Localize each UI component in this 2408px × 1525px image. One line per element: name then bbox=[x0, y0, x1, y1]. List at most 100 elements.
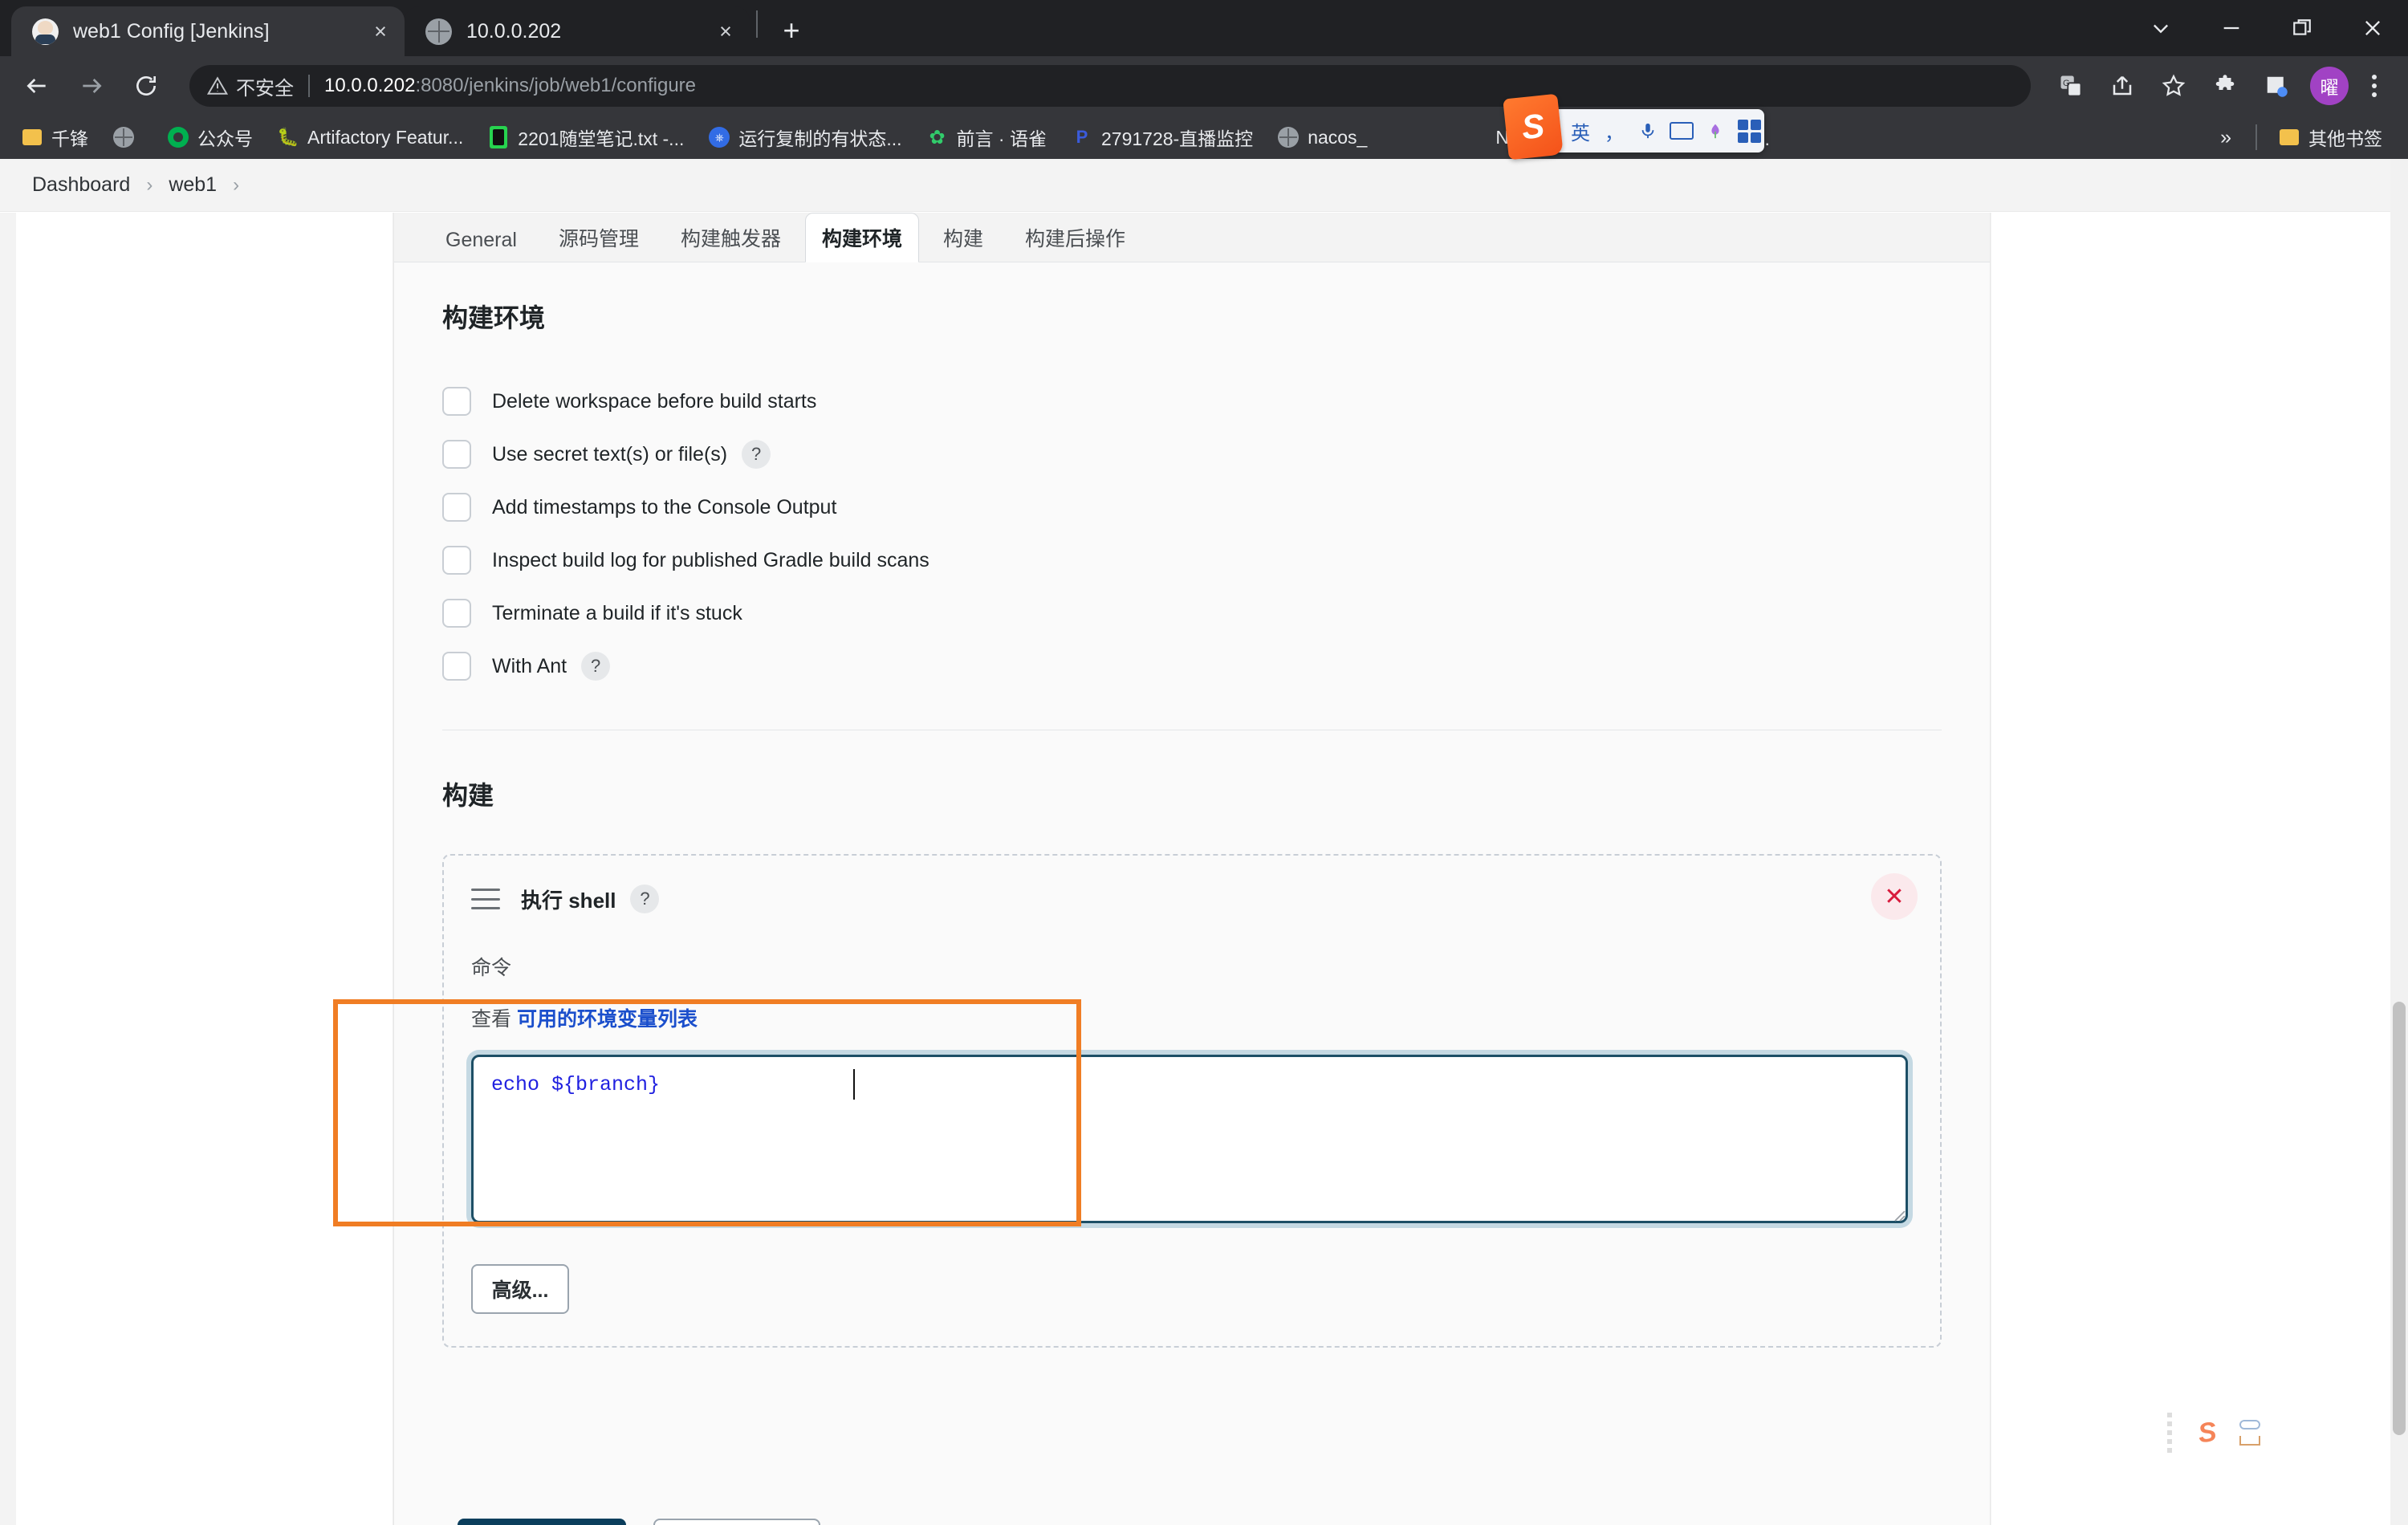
forward-icon[interactable] bbox=[69, 63, 114, 108]
bookmark-star-icon[interactable] bbox=[2151, 63, 2196, 108]
bookmark-item[interactable]: nacos_ bbox=[1267, 120, 1377, 154]
tab-build-environment[interactable]: 构建环境 bbox=[804, 213, 919, 262]
url-text: 10.0.0.202:8080/jenkins/job/web1/configu… bbox=[324, 75, 696, 97]
checkbox-row[interactable]: Inspect build log for published Gradle b… bbox=[442, 534, 1942, 587]
available-env-vars-link[interactable]: 可用的环境变量列表 bbox=[517, 1008, 698, 1031]
close-icon[interactable]: × bbox=[710, 15, 742, 47]
checkbox-delete-workspace[interactable] bbox=[442, 387, 471, 416]
chevron-right-icon: › bbox=[146, 173, 153, 196]
bookmark-item[interactable]: 🐛 Artifactory Featur... bbox=[267, 120, 473, 154]
bookmark-item[interactable]: 千锋 bbox=[11, 120, 98, 154]
section-title-build: 构建 bbox=[442, 781, 494, 810]
reload-icon[interactable] bbox=[124, 63, 169, 108]
help-icon[interactable]: ? bbox=[581, 652, 611, 681]
bookmark-item[interactable]: 公众号 bbox=[157, 120, 262, 154]
checkbox-row[interactable]: Add timestamps to the Console Output bbox=[442, 481, 1942, 534]
other-bookmarks-label: 其他书签 bbox=[2308, 128, 2382, 149]
sogou-logo-icon[interactable]: S bbox=[1503, 93, 1564, 161]
tab-general[interactable]: General bbox=[428, 219, 535, 262]
bug-icon: 🐛 bbox=[277, 127, 299, 147]
help-icon[interactable]: ? bbox=[742, 440, 771, 469]
bookmark-item[interactable]: 2201随堂笔记.txt -... bbox=[478, 120, 694, 154]
share-icon[interactable] bbox=[2100, 63, 2145, 108]
checkbox-row[interactable]: Use secret text(s) or file(s) ? bbox=[442, 428, 1942, 481]
split-screen-icon[interactable] bbox=[2254, 63, 2299, 108]
browser-tab-inactive[interactable]: 10.0.0.202 × bbox=[405, 6, 750, 56]
microphone-icon[interactable] bbox=[1633, 116, 1663, 146]
form-actions: 保存 应用 bbox=[449, 1485, 820, 1525]
checkbox-label: Inspect build log for published Gradle b… bbox=[492, 548, 929, 571]
bookmark-item[interactable]: P 2791728-直播监控 bbox=[1061, 120, 1263, 154]
extensions-puzzle-icon[interactable] bbox=[2203, 63, 2247, 108]
bookmark-label: 2791728-直播监控 bbox=[1100, 128, 1254, 149]
avatar[interactable]: 曜 bbox=[2310, 67, 2349, 105]
checkbox-add-timestamps[interactable] bbox=[442, 493, 471, 522]
bookmark-item[interactable]: ⎈ 运行复制的有状态... bbox=[698, 120, 911, 154]
globe-icon bbox=[425, 18, 452, 45]
apply-button[interactable]: 应用 bbox=[653, 1519, 820, 1525]
tab-build[interactable]: 构建 bbox=[925, 214, 1001, 262]
breadcrumb: Dashboard › web1 › bbox=[0, 159, 2408, 212]
tab-title: 10.0.0.202 bbox=[466, 19, 562, 43]
checkbox-label: Terminate a build if it's stuck bbox=[492, 601, 742, 624]
drag-handle-icon[interactable] bbox=[471, 889, 500, 909]
save-button[interactable]: 保存 bbox=[458, 1519, 626, 1525]
bookmark-label: 前言 · 语雀 bbox=[956, 128, 1047, 149]
sogou-ime-toolbar[interactable]: S 英 ， bbox=[1503, 93, 1764, 161]
checkbox-label: Delete workspace before build starts bbox=[492, 389, 817, 413]
checkbox-terminate-stuck-build[interactable] bbox=[442, 599, 471, 628]
tab-search-icon[interactable] bbox=[2125, 0, 2196, 56]
tab-post-build-actions[interactable]: 构建后操作 bbox=[1007, 214, 1143, 262]
checkbox-row[interactable]: With Ant ? bbox=[442, 640, 1942, 693]
bookmark-item[interactable] bbox=[103, 120, 153, 154]
resize-handle[interactable] bbox=[1889, 1205, 1906, 1222]
close-window-icon[interactable] bbox=[2337, 0, 2408, 56]
advanced-button[interactable]: 高级... bbox=[471, 1264, 569, 1314]
translate-icon[interactable]: G bbox=[2048, 63, 2093, 108]
bookmarks-bar: 千锋 公众号 🐛 Artifactory Featur... 2201随堂笔记.t… bbox=[0, 116, 2408, 159]
bookmark-item[interactable]: ✿ 前言 · 语雀 bbox=[917, 120, 1056, 154]
bookmarks-bar-right: » 其他书签 bbox=[2207, 116, 2397, 159]
keyboard-icon[interactable] bbox=[1666, 116, 1697, 146]
kebab-menu-icon[interactable] bbox=[2355, 63, 2394, 108]
ime-keys-icon bbox=[2239, 1420, 2260, 1446]
tab-build-triggers[interactable]: 构建触发器 bbox=[663, 214, 799, 262]
window-controls bbox=[2125, 0, 2408, 56]
back-icon[interactable] bbox=[14, 63, 59, 108]
help-icon[interactable]: ? bbox=[630, 885, 660, 913]
tab-strip: web1 Config [Jenkins] × 10.0.0.202 × + bbox=[0, 0, 2408, 56]
right-gutter bbox=[1991, 213, 2408, 1525]
checkbox-row[interactable]: Terminate a build if it's stuck bbox=[442, 587, 1942, 640]
tab-source-management[interactable]: 源码管理 bbox=[541, 214, 657, 262]
maximize-restore-icon[interactable] bbox=[2267, 0, 2337, 56]
new-tab-button[interactable]: + bbox=[769, 8, 814, 53]
skin-tulip-icon[interactable] bbox=[1700, 116, 1731, 146]
command-textarea[interactable] bbox=[471, 1055, 1908, 1223]
ime-language-mode-button[interactable]: 英 bbox=[1565, 116, 1596, 146]
ime-toolbox-icon[interactable] bbox=[1734, 116, 1764, 146]
remove-build-step-button[interactable]: ✕ bbox=[1871, 873, 1918, 920]
env-vars-hint-prefix: 查看 bbox=[471, 1008, 512, 1031]
ime-punctuation-button[interactable]: ， bbox=[1599, 116, 1629, 146]
breadcrumb-item-web1[interactable]: web1 bbox=[169, 173, 217, 197]
checkbox-use-secret-text[interactable] bbox=[442, 440, 471, 469]
text-cursor bbox=[853, 1069, 855, 1100]
page-scrollbar[interactable] bbox=[2390, 159, 2408, 1525]
minimize-icon[interactable] bbox=[2196, 0, 2267, 56]
note-icon bbox=[487, 126, 510, 148]
close-icon[interactable]: × bbox=[364, 15, 397, 47]
checkbox-row[interactable]: Delete workspace before build starts bbox=[442, 375, 1942, 428]
address-bar[interactable]: 不安全 10.0.0.202:8080/jenkins/job/web1/con… bbox=[189, 65, 2031, 107]
other-bookmarks-button[interactable]: 其他书签 bbox=[2268, 120, 2392, 154]
scrollbar-thumb[interactable] bbox=[2393, 1002, 2406, 1435]
breadcrumb-item-dashboard[interactable]: Dashboard bbox=[32, 173, 130, 197]
browser-tab-active[interactable]: web1 Config [Jenkins] × bbox=[11, 6, 405, 56]
checkbox-label: Add timestamps to the Console Output bbox=[492, 495, 837, 518]
checkbox-inspect-build-log[interactable] bbox=[442, 546, 471, 575]
bookmark-label: nacos_ bbox=[1308, 126, 1368, 148]
sogou-status-widget[interactable]: S bbox=[2167, 1413, 2260, 1453]
bookmarks-overflow-button[interactable]: » bbox=[2207, 126, 2244, 149]
green-circle-icon bbox=[167, 126, 189, 148]
build-step-title: 执行 shell bbox=[521, 888, 616, 913]
checkbox-with-ant[interactable] bbox=[442, 652, 471, 681]
